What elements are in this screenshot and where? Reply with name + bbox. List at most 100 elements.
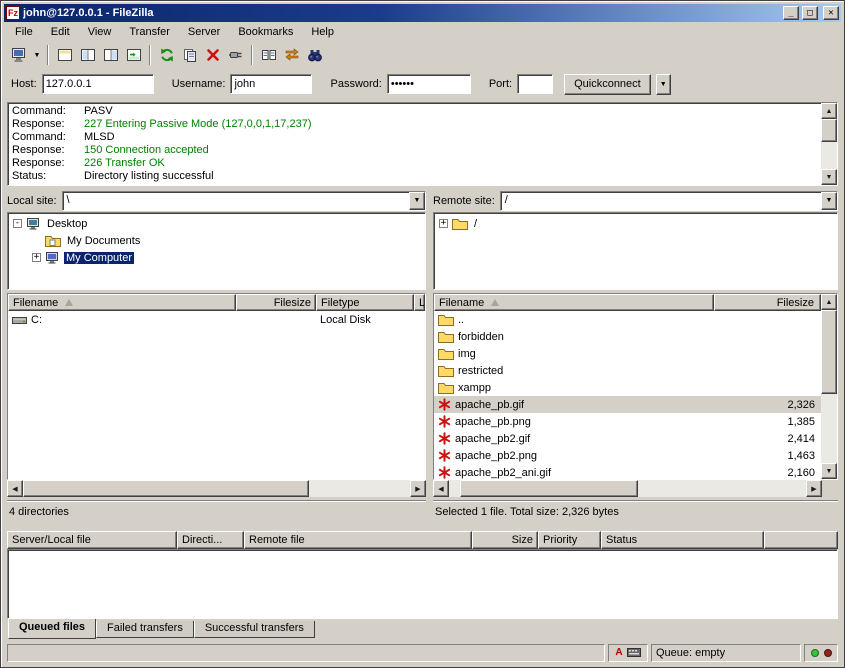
scroll-up-icon[interactable]: ▲ bbox=[821, 103, 837, 119]
disconnect-button[interactable] bbox=[224, 44, 247, 66]
file-name: apache_pb.gif bbox=[455, 399, 524, 411]
quickconnect-dropdown[interactable]: ▼ bbox=[656, 74, 671, 95]
folder-icon bbox=[438, 313, 454, 326]
toggle-local-treeview-button[interactable] bbox=[76, 44, 99, 66]
tree-item-my-computer[interactable]: + My Computer bbox=[8, 249, 425, 266]
column-header-status[interactable]: Status bbox=[601, 531, 764, 549]
tree-item-root[interactable]: + / bbox=[434, 215, 837, 232]
column-header-filesize[interactable]: Filesize bbox=[714, 294, 821, 311]
toggle-transfer-queue-button[interactable] bbox=[122, 44, 145, 66]
local-site-combo[interactable]: \ ▼ bbox=[62, 191, 426, 211]
file-row[interactable]: apache_pb2.png 1,463 bbox=[434, 447, 821, 464]
scroll-up-icon[interactable]: ▲ bbox=[821, 294, 837, 310]
column-header-filler bbox=[764, 531, 838, 549]
process-queue-button[interactable] bbox=[178, 44, 201, 66]
scroll-right-icon[interactable]: ▶ bbox=[806, 480, 822, 497]
toggle-message-log-button[interactable] bbox=[53, 44, 76, 66]
file-name: apache_pb.png bbox=[455, 416, 531, 428]
log-scrollbar[interactable]: ▲ ▼ bbox=[821, 103, 837, 185]
close-button[interactable]: ✕ bbox=[823, 6, 839, 20]
scroll-down-icon[interactable]: ▼ bbox=[821, 169, 837, 185]
chevron-down-icon[interactable]: ▼ bbox=[821, 192, 837, 210]
menu-view[interactable]: View bbox=[79, 23, 121, 41]
column-header-lastmodified[interactable]: L bbox=[414, 294, 425, 311]
queue-status-text: Queue: empty bbox=[651, 644, 801, 662]
message-log: Command:PASV Response:227 Entering Passi… bbox=[7, 102, 838, 186]
directory-comparison-button[interactable] bbox=[257, 44, 280, 66]
column-header-filename[interactable]: Filename bbox=[8, 294, 236, 311]
column-header-filetype[interactable]: Filetype bbox=[316, 294, 414, 311]
file-row[interactable]: forbidden bbox=[434, 328, 821, 345]
file-row[interactable]: xampp bbox=[434, 379, 821, 396]
scroll-right-icon[interactable]: ▶ bbox=[410, 480, 426, 497]
synchronized-browsing-button[interactable] bbox=[280, 44, 303, 66]
sort-ascending-icon bbox=[491, 299, 499, 306]
host-input[interactable] bbox=[42, 74, 154, 94]
desktop-icon bbox=[26, 217, 41, 230]
menu-file[interactable]: File bbox=[6, 23, 42, 41]
password-input[interactable] bbox=[387, 74, 471, 94]
menu-transfer[interactable]: Transfer bbox=[120, 23, 179, 41]
tab-successful-transfers[interactable]: Successful transfers bbox=[194, 621, 315, 638]
username-input[interactable] bbox=[230, 74, 312, 94]
menu-help[interactable]: Help bbox=[302, 23, 343, 41]
pane-splitter[interactable] bbox=[426, 189, 433, 523]
tree-item-desktop[interactable]: - Desktop bbox=[8, 215, 425, 232]
local-hscrollbar[interactable]: ◀ ▶ bbox=[7, 480, 426, 497]
queue-body bbox=[7, 549, 838, 619]
scrollbar-thumb[interactable] bbox=[821, 310, 837, 394]
column-header-filesize[interactable]: Filesize bbox=[236, 294, 316, 311]
collapse-icon[interactable]: - bbox=[13, 219, 22, 228]
file-row[interactable]: C: Local Disk bbox=[8, 311, 425, 328]
remote-site-label: Remote site: bbox=[433, 195, 495, 207]
scroll-down-icon[interactable]: ▼ bbox=[821, 463, 837, 479]
scroll-left-icon[interactable]: ◀ bbox=[433, 480, 449, 497]
scrollbar-thumb[interactable] bbox=[821, 119, 837, 142]
file-row[interactable]: .. bbox=[434, 311, 821, 328]
titlebar[interactable]: Fz john@127.0.0.1 - FileZilla _ □ ✕ bbox=[4, 4, 841, 22]
column-header-size[interactable]: Size bbox=[472, 531, 538, 549]
tab-queued-files[interactable]: Queued files bbox=[8, 619, 96, 639]
refresh-button[interactable] bbox=[155, 44, 178, 66]
toggle-remote-treeview-button[interactable] bbox=[99, 44, 122, 66]
remote-hscrollbar[interactable]: ◀ ▶ bbox=[433, 480, 822, 497]
port-input[interactable] bbox=[517, 74, 553, 94]
column-header-filename[interactable]: Filename bbox=[434, 294, 714, 311]
minimize-button[interactable]: _ bbox=[783, 6, 799, 20]
column-header-priority[interactable]: Priority bbox=[538, 531, 601, 549]
tab-failed-transfers[interactable]: Failed transfers bbox=[96, 621, 194, 638]
my-documents-icon bbox=[45, 234, 61, 247]
cancel-icon bbox=[205, 47, 221, 63]
cancel-operation-button[interactable] bbox=[201, 44, 224, 66]
file-row[interactable]: apache_pb2.gif 2,414 bbox=[434, 430, 821, 447]
menu-edit[interactable]: Edit bbox=[42, 23, 79, 41]
chevron-down-icon[interactable]: ▼ bbox=[409, 192, 425, 210]
column-header-remote-file[interactable]: Remote file bbox=[244, 531, 472, 549]
file-row[interactable]: restricted bbox=[434, 362, 821, 379]
scrollbar-thumb[interactable] bbox=[460, 480, 639, 497]
log-type: Response: bbox=[8, 118, 84, 131]
quickconnect-button[interactable]: Quickconnect bbox=[564, 74, 651, 95]
site-manager-button[interactable] bbox=[8, 44, 31, 66]
file-row[interactable]: apache_pb.png 1,385 bbox=[434, 413, 821, 430]
menu-server[interactable]: Server bbox=[179, 23, 229, 41]
file-row[interactable]: apache_pb2_ani.gif 2,160 bbox=[434, 464, 821, 479]
menu-bookmarks[interactable]: Bookmarks bbox=[229, 23, 302, 41]
expand-icon[interactable]: + bbox=[32, 253, 41, 262]
scrollbar-thumb[interactable] bbox=[23, 480, 309, 497]
file-row[interactable]: img bbox=[434, 345, 821, 362]
remote-vscrollbar[interactable]: ▲ ▼ bbox=[821, 294, 837, 479]
log-type: Response: bbox=[8, 157, 84, 170]
column-header-server-local-file[interactable]: Server/Local file bbox=[7, 531, 177, 549]
tree-item-my-documents[interactable]: My Documents bbox=[8, 232, 425, 249]
column-header-direction[interactable]: Directi... bbox=[177, 531, 244, 549]
expand-icon[interactable]: + bbox=[439, 219, 448, 228]
remote-site-combo[interactable]: / ▼ bbox=[500, 191, 838, 211]
site-manager-dropdown[interactable]: ▼ bbox=[31, 44, 43, 66]
maximize-button[interactable]: □ bbox=[802, 6, 818, 20]
log-line: Command:MLSD bbox=[8, 131, 837, 144]
scroll-left-icon[interactable]: ◀ bbox=[7, 480, 23, 497]
file-size: 2,326 bbox=[714, 399, 821, 411]
find-files-button[interactable] bbox=[303, 44, 326, 66]
file-row-selected[interactable]: apache_pb.gif 2,326 bbox=[434, 396, 821, 413]
